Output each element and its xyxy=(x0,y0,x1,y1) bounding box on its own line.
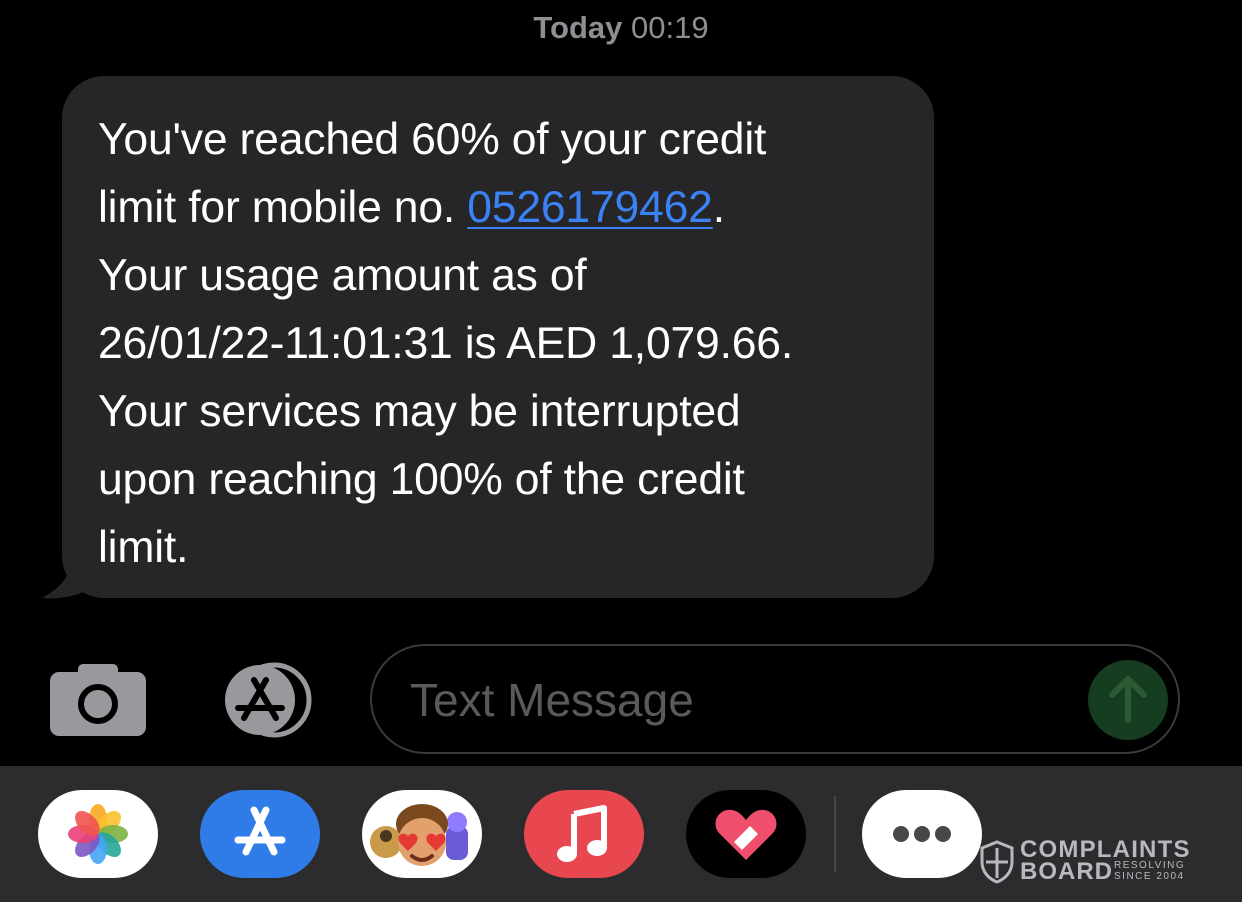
watermark-line2: BOARD xyxy=(1020,858,1113,885)
app-drawer-photos[interactable] xyxy=(38,790,158,878)
message-text: limit for mobile no. xyxy=(98,183,468,232)
message-line: upon reaching 100% of the credit xyxy=(98,455,745,504)
app-drawer-memoji[interactable] xyxy=(362,790,482,878)
timestamp-day: Today xyxy=(533,10,623,45)
message-line: Your usage amount as of xyxy=(98,251,587,300)
app-drawer-digital-touch[interactable] xyxy=(686,790,806,878)
message-text: . xyxy=(712,183,725,232)
incoming-message-bubble[interactable]: You've reached 60% of your credit limit … xyxy=(62,76,934,598)
message-line: You've reached 60% of your credit xyxy=(98,115,767,164)
compose-bar xyxy=(0,640,1242,760)
message-line: Your services may be interrupted xyxy=(98,387,741,436)
message-input[interactable] xyxy=(408,668,1052,732)
message-line: 26/01/22-11:01:31 is AED 1,079.66. xyxy=(98,319,794,368)
app-drawer-music[interactable] xyxy=(524,790,644,878)
app-store-button[interactable] xyxy=(208,662,320,738)
camera-icon xyxy=(50,664,146,736)
app-store-icon xyxy=(234,806,286,856)
watermark-tag-line2: SINCE 2004 xyxy=(1114,871,1185,882)
message-timestamp: Today 00:19 xyxy=(0,10,1242,46)
watermark-tagline: RESOLVING SINCE 2004 xyxy=(1114,860,1185,882)
phone-number-link[interactable]: 0526179462 xyxy=(467,183,713,232)
music-icon xyxy=(557,805,607,862)
app-drawer-more[interactable] xyxy=(862,790,982,878)
send-button[interactable] xyxy=(1088,660,1168,740)
digital-touch-icon xyxy=(715,809,777,860)
app-store-icon xyxy=(225,662,312,738)
camera-button[interactable] xyxy=(50,664,146,736)
send-arrow-icon xyxy=(1109,676,1147,723)
app-drawer-divider xyxy=(834,796,836,872)
memoji-icon xyxy=(370,804,468,866)
complaints-board-watermark: COMPLAINTS BOARD RESOLVING SINCE 2004 xyxy=(980,836,1210,888)
app-drawer-app-store[interactable] xyxy=(200,790,320,878)
message-input-field[interactable] xyxy=(370,644,1180,754)
watermark-tag-line1: RESOLVING xyxy=(1114,860,1186,871)
more-apps-icon xyxy=(893,826,951,842)
shield-icon xyxy=(980,840,1014,884)
message-line: limit for mobile no. 0526179462. xyxy=(98,174,898,242)
photos-icon xyxy=(68,804,128,864)
timestamp-time: 00:19 xyxy=(631,10,709,45)
message-line: limit. xyxy=(98,523,189,572)
